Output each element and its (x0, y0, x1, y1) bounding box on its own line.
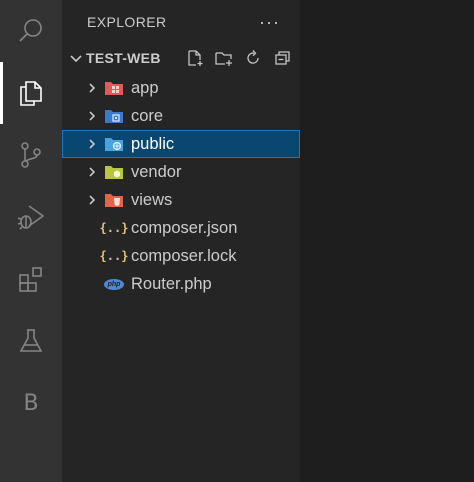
new-folder-icon[interactable] (212, 46, 236, 70)
activity-search[interactable] (0, 0, 62, 62)
chevron-right-icon (81, 194, 103, 206)
sidebar-title: EXPLORER (87, 14, 167, 30)
tree-item-app[interactable]: app (62, 74, 300, 102)
json-icon: {..} (99, 249, 129, 263)
chevron-right-icon (81, 138, 103, 150)
activity-testing[interactable] (0, 310, 62, 372)
files-icon (20, 81, 42, 106)
activity-b-extension[interactable]: B (0, 372, 62, 434)
tree-item-label: public (131, 134, 175, 153)
vscode-window: B EXPLORER ··· TEST-WEB app core public … (0, 0, 474, 482)
file-tree: app core public vendor views {..} compos… (62, 74, 300, 298)
chevron-right-icon (81, 166, 103, 178)
folder-vendor-icon (103, 161, 125, 183)
json-icon: {..} (99, 221, 129, 235)
tree-item-label: vendor (131, 162, 182, 181)
tree-item-public[interactable]: public (62, 130, 300, 158)
activity-explorer[interactable] (0, 62, 62, 124)
tree-item-label: composer.lock (131, 246, 237, 265)
tree-item-label: composer.json (131, 218, 238, 237)
tree-item-composer-json[interactable]: {..} composer.json (62, 214, 300, 242)
section-actions (183, 44, 294, 72)
editor-area (300, 0, 474, 482)
tree-item-views[interactable]: views (62, 186, 300, 214)
tree-item-label: app (131, 78, 159, 97)
sidebar-title-bar: EXPLORER ··· (62, 0, 300, 44)
chevron-down-icon (66, 51, 86, 65)
folder-public-icon (103, 133, 125, 155)
collapse-all-icon[interactable] (270, 46, 294, 70)
activity-extensions[interactable] (0, 248, 62, 310)
workspace-title: TEST-WEB (86, 50, 161, 66)
source-control-icon (21, 142, 41, 168)
chevron-right-icon (81, 82, 103, 94)
activity-run-debug[interactable] (0, 186, 62, 248)
tree-item-composer-lock[interactable]: {..} composer.lock (62, 242, 300, 270)
tree-item-core[interactable]: core (62, 102, 300, 130)
explorer-sidebar: EXPLORER ··· TEST-WEB app core public ve… (62, 0, 300, 482)
activity-source-control[interactable] (0, 124, 62, 186)
activity-bar: B (0, 0, 62, 482)
chevron-right-icon (81, 110, 103, 122)
run-debug-icon (17, 205, 45, 230)
tree-item-label: Router.php (131, 274, 212, 293)
folder-views-icon (103, 189, 125, 211)
folder-core-icon (103, 105, 125, 127)
tree-item-label: views (131, 190, 173, 209)
refresh-icon[interactable] (241, 46, 265, 70)
workspace-section-header[interactable]: TEST-WEB (62, 44, 300, 72)
flask-icon (19, 329, 43, 352)
folder-app-icon (103, 77, 125, 99)
php-icon: php (103, 273, 125, 295)
new-file-icon[interactable] (183, 46, 207, 70)
more-actions-icon[interactable]: ··· (259, 12, 280, 33)
search-icon (19, 19, 42, 42)
extensions-icon (19, 267, 42, 292)
tree-item-vendor[interactable]: vendor (62, 158, 300, 186)
tree-item-label: core (131, 106, 164, 125)
b-letter-icon: B (23, 390, 39, 416)
tree-item-router-php[interactable]: php Router.php (62, 270, 300, 298)
